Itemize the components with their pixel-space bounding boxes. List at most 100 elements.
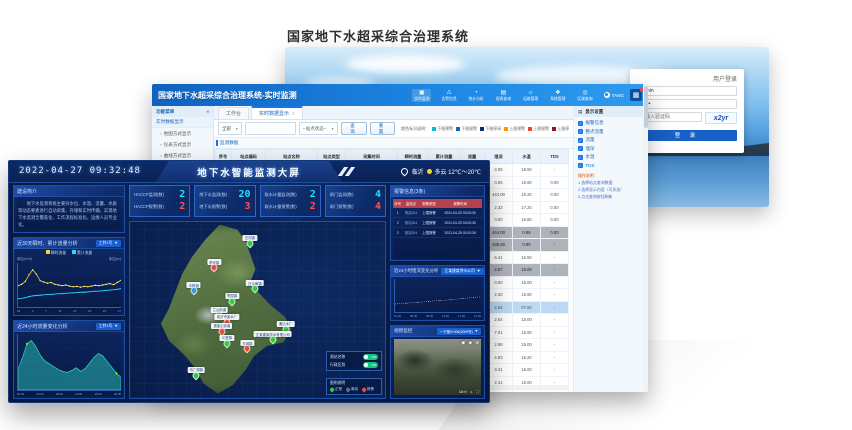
nav-item-7[interactable]: ◎区域查询 (575, 89, 594, 102)
map-marker-1[interactable]: 汪沟镇 (246, 240, 253, 247)
intro-text: 地下水监测系统主要对水位、水温、流量、水质等动态要素进行自动采集、存储和实时传输… (14, 197, 124, 231)
flow24-chart-panel: 近24小时流量变化分析 工井1号▼ 00:0004:0008:0012:0016… (13, 320, 125, 399)
login-button[interactable]: 登 录 (637, 130, 737, 141)
settings-note: 2.选择显示内容（可多选） (578, 187, 644, 193)
intro-title: 建设简介 (17, 188, 37, 195)
kpi-alarm-row: 取水计量报警(数)2 (265, 202, 316, 212)
sidebar-item-2[interactable]: ▫仪表方式显示 (152, 139, 213, 150)
tab-bar: 工作台实时数据显示× (214, 106, 573, 120)
alarm-row[interactable]: 2测站264上限报警2021-04-25 03:20:30 (393, 218, 482, 228)
map-marker-11[interactable]: 正某建某供水有限公司 (269, 336, 276, 343)
vertical-scrollbar[interactable] (643, 84, 648, 392)
zoom-icon[interactable]: ⊕ (475, 340, 479, 346)
checkbox-label: 整点流量 (586, 129, 604, 135)
camera-select[interactable]: 一干渠0+006(0009号)▼ (437, 328, 481, 335)
map-marker-4[interactable]: 白沙埠镇 (251, 285, 258, 292)
nav-item-1[interactable]: ▣实时监测 (412, 89, 431, 102)
sidebar-collapse-icon[interactable]: « (206, 109, 209, 114)
settings-checkbox-3[interactable]: ✓流量 (578, 137, 644, 143)
map-marker-5[interactable]: 枣园镇 (229, 298, 236, 305)
table-cell: 15.00 (513, 264, 541, 277)
map-marker-9[interactable]: 义堂镇 (223, 340, 230, 347)
x-tick: 19 (88, 309, 91, 313)
tab-close-icon[interactable]: × (292, 111, 295, 116)
record-icon[interactable]: ◉ (468, 340, 472, 346)
kpi-alarm-label: 闸门报警(数) (330, 204, 354, 210)
x-tick: 01:00 (394, 314, 401, 318)
video-title: 视频监控 (394, 328, 412, 334)
station-state-select[interactable]: --站点状态--▼ (299, 122, 338, 135)
nav-item-4[interactable]: ▤报表查询 (494, 89, 513, 102)
x-tick: 11 (59, 309, 62, 313)
user-chip[interactable]: TANG (604, 92, 624, 98)
alarm-row[interactable]: 1测站264上限报警2021-04-25 03:20:30 (393, 208, 482, 218)
legend-color-swatch (528, 127, 532, 131)
captcha-image[interactable]: x2yr (705, 112, 737, 124)
nav-item-2[interactable]: ⚠告警信息 (439, 89, 458, 102)
keyword-input[interactable] (245, 122, 295, 135)
map-toggles: 测站名称ON行政区划ON (326, 351, 382, 371)
nav-item-label: 运维管理 (523, 97, 538, 101)
nav-item-6[interactable]: ❖系统管理 (548, 89, 567, 102)
clock: 2022-04-27 09:32:48 (19, 166, 141, 176)
settings-checkbox-6[interactable]: ✓TDS (578, 163, 644, 168)
sidebar-section[interactable]: 实时数据显示 (152, 117, 213, 128)
alarm-cell: 测站264 (402, 218, 419, 228)
color-legend-label: 颜色标识说明： (401, 126, 429, 132)
video-frame[interactable]: ▣ ◉ ⊕ 16:9 ☼ ⛶ (394, 339, 481, 395)
map-legend-title: 图例说明 (330, 381, 378, 386)
tab-2[interactable]: 实时数据显示× (251, 106, 303, 119)
table-cell: - (541, 264, 569, 277)
toggle-switch[interactable]: ON (363, 354, 378, 360)
map-marker-2[interactable]: 李官镇 (211, 264, 218, 271)
tab-1[interactable]: 工作台 (218, 107, 249, 119)
nav-item-3[interactable]: ◔统计分析 (467, 89, 486, 102)
weather-bar: 临沂 多云 12℃～20℃ (401, 167, 481, 176)
legend-chip: 下限报警 (456, 126, 477, 132)
location-pin-icon (400, 167, 410, 177)
username-input[interactable] (637, 86, 737, 96)
table-cell: 15.60 (513, 326, 541, 339)
table-cell: 15.60 (513, 289, 541, 302)
settings-checkbox-2[interactable]: ✓整点流量 (578, 129, 644, 135)
fullscreen-icon[interactable]: ⛶ (476, 389, 479, 394)
flow24-well-select[interactable]: 工井1号▼ (96, 323, 121, 330)
alarm-panel: 报警信息(3条) 序号监测点报警类型报警时间1测站264上限报警2021-04-… (390, 185, 485, 261)
y-right-unit: 单位(m³) (109, 256, 121, 261)
checkbox-label: TDS (586, 163, 595, 168)
settings-checkbox-1[interactable]: ✓报警信息 (578, 120, 644, 126)
toggle-switch[interactable]: ON (363, 362, 378, 368)
video-settings-icon[interactable]: ☼ (470, 389, 474, 394)
depth24-station-select[interactable]: 正某建某供水公司▼ (441, 268, 483, 275)
alarm-cell: 2021-04-25 03:20:30 (438, 208, 482, 218)
settings-checkbox-4[interactable]: ✓埋深 (578, 146, 644, 152)
legend-chip: 上限报警 (528, 126, 549, 132)
table-cell: 07.50 (513, 301, 541, 314)
legend-chip-label: 上限报警 (533, 126, 549, 132)
nav-item-5[interactable]: ☼运维管理 (521, 89, 540, 102)
map-marker-8[interactable]: 银雀山街道 (218, 328, 225, 335)
sidebar-item-1[interactable]: ▫地图方式显示 (152, 128, 213, 139)
table-cell: - (541, 351, 569, 364)
search-button[interactable]: 查询 (341, 122, 366, 135)
map-legend-label: 离线 (351, 387, 358, 392)
type-select[interactable]: 全部▼ (218, 122, 242, 135)
flow30-legend: 瞬时流量累计流量 (14, 249, 124, 256)
map-marker-13[interactable]: 马厂湖镇 (193, 372, 200, 379)
kpi-value: 20 (238, 190, 250, 200)
flow30-well-select[interactable]: 工井1号▼ (96, 240, 121, 247)
settings-checkbox-5[interactable]: ✓水温 (578, 154, 644, 160)
nav-item-label: 告警信息 (441, 97, 456, 101)
map-panel[interactable]: 汪沟镇李官镇半程镇白沙埠镇枣园镇兰山街道临沂市某水厂银雀山街道义堂镇通达水厂正某… (129, 221, 386, 399)
map-legend-label: 正常 (335, 387, 342, 392)
password-input[interactable] (637, 99, 737, 109)
stats-icon: ◔ (474, 90, 478, 96)
map-marker-3[interactable]: 半程镇 (190, 287, 197, 294)
snapshot-icon[interactable]: ▣ (461, 340, 465, 346)
checkbox-label: 报警信息 (586, 120, 604, 126)
map-marker-12[interactable]: 方城镇 (244, 345, 251, 352)
app-grid-icon[interactable]: ▦ (630, 89, 642, 101)
column-header: TDS (541, 150, 569, 164)
alarm-row[interactable]: 3测站264上限报警2021-04-25 03:20:30 (393, 228, 482, 238)
reset-button[interactable]: 重置 (370, 122, 395, 135)
